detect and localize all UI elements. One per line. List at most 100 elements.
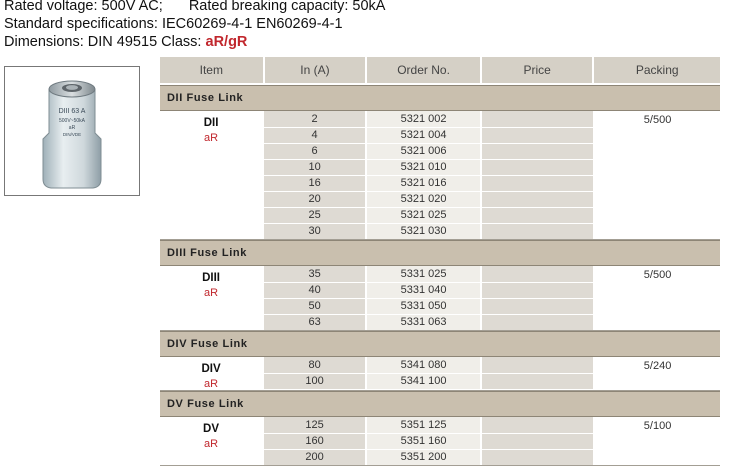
rating-rows: 2 5321 002 4 5321 004 6 5321 006 10 5321 010 16 5… — [262, 111, 594, 239]
price-cell — [482, 159, 594, 175]
current-rating: 100 — [264, 373, 366, 389]
rating-rows: 35 5331 025 40 5331 040 50 5331 050 63 5331 063 — [262, 266, 594, 330]
current-rating: 20 — [264, 191, 366, 207]
packing-cell: 5/100 — [643, 420, 672, 432]
header-packing: Packing — [594, 57, 720, 83]
item-name: DIII — [202, 272, 220, 284]
fuse-spec-table: Item In (A) Order No. Price Packing DII … — [160, 57, 720, 466]
order-number: 5351 200 — [367, 449, 481, 465]
order-number: 5331 025 — [367, 266, 481, 282]
table-row: 35 5331 025 — [262, 266, 594, 282]
table-row: 20 5321 020 — [262, 191, 594, 207]
item-class: aR — [204, 438, 219, 450]
item-name: DII — [203, 117, 219, 129]
order-number: 5321 030 — [367, 223, 481, 239]
current-rating: 30 — [264, 223, 366, 239]
table-row: 40 5331 040 — [262, 282, 594, 298]
group-body: DIV aR 80 5341 080 100 5341 100 5/240 — [160, 357, 720, 391]
class-label: Class: — [161, 34, 202, 50]
fuse-label-2: 500V~50kA — [59, 118, 86, 124]
current-rating: 80 — [264, 357, 366, 373]
item-cell: DIV aR — [160, 357, 262, 390]
rating-rows: 80 5341 080 100 5341 100 — [262, 357, 594, 390]
current-rating: 10 — [264, 159, 366, 175]
price-cell — [482, 223, 594, 239]
table-row: 10 5321 010 — [262, 159, 594, 175]
rated-line: Rated voltage: 500V AC; Rated breaking ca… — [4, 0, 385, 15]
table-row: 50 5331 050 — [262, 298, 594, 314]
price-cell — [482, 357, 594, 373]
order-number: 5321 006 — [367, 143, 481, 159]
fuse-label-3: aR — [69, 125, 76, 131]
packing-cell: 5/500 — [643, 114, 672, 126]
breaking-capacity: Rated breaking capacity: 50kA — [188, 0, 386, 14]
fuse-product-photo: DIII 63 A 500V~50kA aR DIN/VDE — [4, 66, 140, 196]
fuse-link-image: DIII 63 A 500V~50kA aR DIN/VDE — [42, 80, 102, 189]
order-number: 5331 040 — [367, 282, 481, 298]
header-in: In (A) — [264, 57, 366, 83]
price-cell — [482, 111, 594, 127]
item-cell: DV aR — [160, 417, 262, 465]
order-number: 5321 020 — [367, 191, 481, 207]
current-rating: 125 — [264, 417, 366, 433]
fuse-label-1: DIII 63 A — [59, 108, 86, 115]
packing-cell: 5/240 — [643, 360, 672, 372]
price-cell — [482, 298, 594, 314]
price-cell — [482, 314, 594, 330]
current-rating: 16 — [264, 175, 366, 191]
price-cell — [482, 127, 594, 143]
item-class: aR — [204, 287, 219, 299]
current-rating: 25 — [264, 207, 366, 223]
item-name: DV — [203, 423, 220, 435]
order-number: 5351 160 — [367, 433, 481, 449]
group-title: DV Fuse Link — [160, 391, 720, 417]
current-rating: 2 — [264, 111, 366, 127]
current-rating: 200 — [264, 449, 366, 465]
table-row: 30 5321 030 — [262, 223, 594, 239]
table-row: 125 5351 125 — [262, 417, 594, 433]
table-row: 6 5321 006 — [262, 143, 594, 159]
table-row: 2 5321 002 — [262, 111, 594, 127]
current-rating: 4 — [264, 127, 366, 143]
order-number: 5331 063 — [367, 314, 481, 330]
spec-header: Rated voltage: 500V AC; Rated breaking ca… — [4, 0, 385, 51]
dimensions-line: Dimensions: DIN 49515 Class: aR/gR — [4, 33, 385, 51]
order-number: 5341 080 — [367, 357, 481, 373]
table-row: 100 5341 100 — [262, 373, 594, 389]
group-body: DV aR 125 5351 125 160 5351 160 200 5351 200 5/1… — [160, 417, 720, 466]
item-cell: DIII aR — [160, 266, 262, 330]
current-rating: 6 — [264, 143, 366, 159]
order-number: 5321 016 — [367, 175, 481, 191]
price-cell — [482, 191, 594, 207]
order-number: 5341 100 — [367, 373, 481, 389]
current-rating: 40 — [264, 282, 366, 298]
item-cell: DII aR — [160, 111, 262, 239]
table-row: 200 5351 200 — [262, 449, 594, 465]
current-rating: 63 — [264, 314, 366, 330]
header-order-no: Order No. — [367, 57, 480, 83]
header-item: Item — [160, 57, 263, 83]
order-number: 5321 010 — [367, 159, 481, 175]
table-row: 16 5321 016 — [262, 175, 594, 191]
price-cell — [482, 282, 594, 298]
group-title: DIV Fuse Link — [160, 331, 720, 357]
table-row: 160 5351 160 — [262, 433, 594, 449]
item-class: aR — [204, 378, 219, 390]
class-value: aR/gR — [205, 34, 248, 50]
group-title: DIII Fuse Link — [160, 240, 720, 266]
table-row: 25 5321 025 — [262, 207, 594, 223]
header-price: Price — [481, 57, 593, 83]
price-cell — [482, 207, 594, 223]
table-row: 80 5341 080 — [262, 357, 594, 373]
item-name: DIV — [201, 363, 221, 375]
group-body: DII aR 2 5321 002 4 5321 004 6 5321 006 10 5321 0… — [160, 111, 720, 240]
fuse-label-4: DIN/VDE — [63, 132, 81, 137]
price-cell — [482, 373, 594, 389]
price-cell — [482, 449, 594, 465]
packing-cell: 5/500 — [643, 269, 672, 281]
order-number: 5321 002 — [367, 111, 481, 127]
group-body: DIII aR 35 5331 025 40 5331 040 50 5331 050 63 53… — [160, 266, 720, 331]
price-cell — [482, 433, 594, 449]
price-cell — [482, 143, 594, 159]
price-cell — [482, 175, 594, 191]
